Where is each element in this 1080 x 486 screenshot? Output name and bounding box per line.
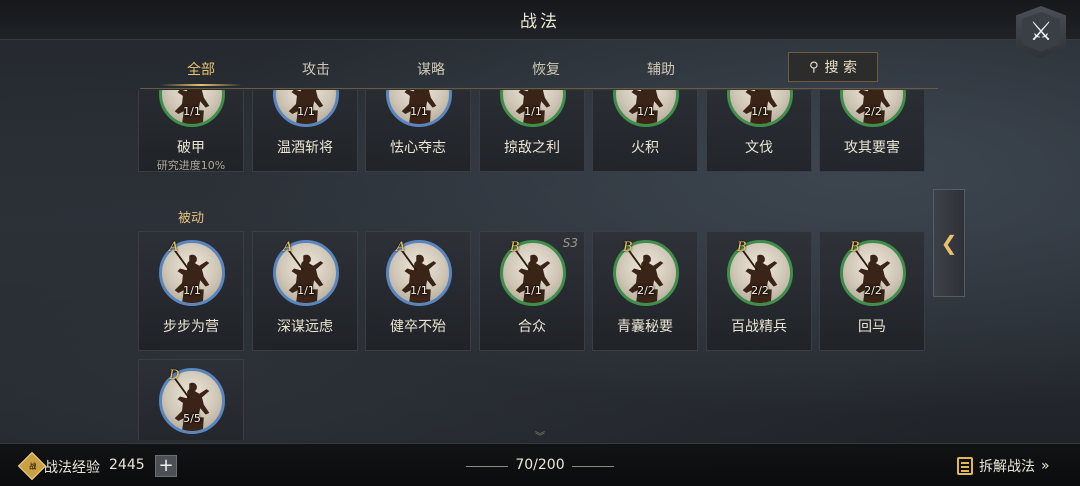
- tactic-count: 2/2: [637, 284, 655, 297]
- tactic-name: 攻其要害: [844, 140, 900, 156]
- tab-all[interactable]: 全部: [146, 52, 256, 88]
- document-icon: [957, 457, 973, 475]
- tactic-count: 5/5: [183, 412, 201, 425]
- collapse-panel-button[interactable]: ❮: [933, 189, 965, 297]
- capacity-value: 70/200: [515, 457, 565, 473]
- tactic-portrait: 1/1: [273, 90, 339, 127]
- tactic-portrait: 1/1: [727, 90, 793, 127]
- close-button[interactable]: ⚔: [1016, 6, 1066, 58]
- tactic-card[interactable]: 5/5 D: [138, 359, 244, 440]
- grade-badge: D: [169, 368, 180, 383]
- tab-support[interactable]: 辅助: [606, 52, 716, 88]
- tactic-name: 破甲: [177, 140, 205, 156]
- tactic-count: 2/2: [751, 284, 769, 297]
- tactic-card[interactable]: 1/1 温酒斩将: [252, 90, 358, 172]
- scroll-down-icon: ︾: [535, 432, 545, 440]
- tactic-capacity: 70/200: [466, 457, 614, 473]
- tactic-card[interactable]: 1/1 文伐: [706, 90, 812, 172]
- tactic-name: 怯心夺志: [390, 140, 446, 156]
- tactic-name: 合众: [518, 319, 546, 335]
- section-label-passive: 被动: [177, 211, 204, 226]
- tactic-count: 1/1: [183, 284, 201, 297]
- tactic-name: 火积: [631, 140, 659, 156]
- search-label: 搜 索: [824, 60, 857, 76]
- tactic-name: 深谋远虑: [277, 319, 333, 335]
- divider-line: [466, 466, 508, 467]
- tactic-count: 1/1: [751, 105, 769, 118]
- tactic-card[interactable]: 2/2 B 回马: [819, 231, 925, 351]
- tactic-name: 文伐: [745, 140, 773, 156]
- tactic-name: 掠敌之利: [504, 140, 560, 156]
- tactic-count: 2/2: [864, 284, 882, 297]
- crossed-swords-icon: ⚔: [1022, 12, 1060, 52]
- tactic-count: 1/1: [297, 284, 315, 297]
- tactic-card[interactable]: 1/1 A 健卒不殆: [365, 231, 471, 351]
- search-icon: ⚲: [809, 59, 819, 75]
- tactic-portrait: 1/1: [500, 90, 566, 127]
- tab-divider: [140, 88, 938, 89]
- tactic-portrait: 1/1: [613, 90, 679, 127]
- tactic-card[interactable]: 1/1 B S3 合众: [479, 231, 585, 351]
- tactic-portrait: 1/1: [386, 90, 452, 127]
- double-chevron-right-icon: »: [1041, 458, 1050, 474]
- research-progress: 研究进度10%: [156, 159, 226, 172]
- tactic-card[interactable]: 1/1 掠敌之利: [479, 90, 585, 172]
- tactic-portrait: 2/2: [840, 90, 906, 127]
- tactic-card[interactable]: 1/1 火积: [592, 90, 698, 172]
- tactic-portrait: 1/1: [159, 90, 225, 127]
- grade-badge: A: [396, 240, 406, 255]
- xp-label: 战法经验: [44, 460, 100, 476]
- tactic-count: 2/2: [864, 105, 882, 118]
- season-tag: S3: [562, 236, 578, 250]
- dismantle-tactics-button[interactable]: 拆解战法 »: [957, 455, 1050, 477]
- grade-badge: B: [850, 240, 860, 255]
- tab-bar: 全部 攻击 谋略 恢复 辅助 ⚲ 搜 索: [140, 52, 940, 88]
- grade-badge: B: [510, 240, 520, 255]
- tactic-card[interactable]: 1/1 A 深谋远虑: [252, 231, 358, 351]
- tactic-card[interactable]: 2/2 B 百战精兵: [706, 231, 812, 351]
- tactic-count: 1/1: [297, 105, 315, 118]
- xp-value: 2445: [109, 457, 145, 473]
- tactic-count: 1/1: [637, 105, 655, 118]
- grade-badge: A: [283, 240, 293, 255]
- title-bar: 战法: [0, 0, 1080, 40]
- tactic-name: 青囊秘要: [617, 319, 673, 335]
- tactic-count: 1/1: [524, 105, 542, 118]
- dismantle-label: 拆解战法: [979, 459, 1035, 475]
- tab-attack[interactable]: 攻击: [261, 52, 371, 88]
- tactic-card[interactable]: 1/1 怯心夺志: [365, 90, 471, 172]
- page-title: 战法: [520, 12, 560, 32]
- tactic-card[interactable]: 1/1 A 步步为营: [138, 231, 244, 351]
- tactic-card[interactable]: 1/1 破甲研究进度10%: [138, 90, 244, 172]
- search-button[interactable]: ⚲ 搜 索: [788, 52, 878, 82]
- tactic-card[interactable]: 2/2 B 青囊秘要: [592, 231, 698, 351]
- tab-strategy[interactable]: 谋略: [376, 52, 486, 88]
- tactic-count: 1/1: [410, 105, 428, 118]
- tactic-name: 健卒不殆: [390, 319, 446, 335]
- tactic-name: 回马: [858, 319, 886, 335]
- tactic-card[interactable]: 2/2 攻其要害: [819, 90, 925, 172]
- chevron-left-icon: ❮: [940, 231, 958, 255]
- grade-badge: A: [169, 240, 179, 255]
- tactic-name: 步步为营: [163, 319, 219, 335]
- tactic-count: 1/1: [410, 284, 428, 297]
- tactic-count: 1/1: [524, 284, 542, 297]
- add-xp-button[interactable]: +: [155, 455, 177, 477]
- divider-line: [572, 466, 614, 467]
- tactic-xp-icon: 战: [17, 451, 47, 481]
- tactic-name: 百战精兵: [731, 319, 787, 335]
- grade-badge: B: [623, 240, 633, 255]
- tactic-name: 温酒斩将: [277, 140, 333, 156]
- tab-recovery[interactable]: 恢复: [491, 52, 601, 88]
- tactics-grid: 1/1 破甲 研究进度10% 1/1 温酒斩将 1/1 怯心夺志 1/1 掠敌之利 1/1 火积 1/…: [138, 90, 938, 440]
- tactic-count: 1/1: [183, 105, 201, 118]
- grade-badge: B: [737, 240, 747, 255]
- bottom-bar: 战 战法经验 2445 + 70/200 拆解战法 »: [0, 443, 1080, 486]
